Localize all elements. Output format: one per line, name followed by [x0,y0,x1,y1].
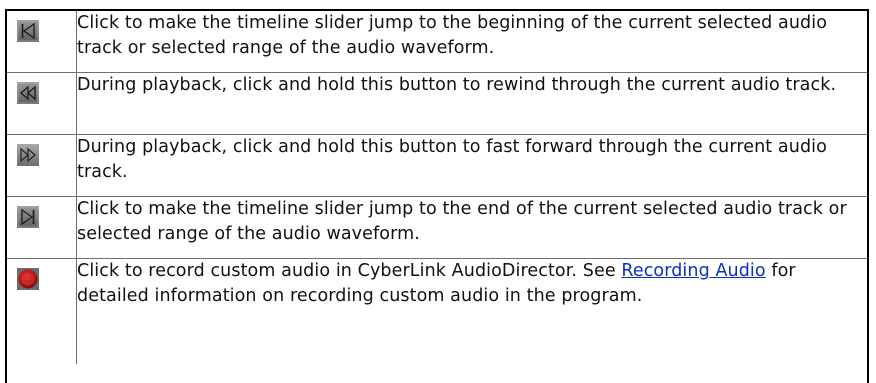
icon-cell [7,72,77,135]
table-row: During playback, click and hold this but… [7,134,867,197]
go-to-beginning-icon [17,20,39,42]
controls-table: Click to make the timeline slider jump t… [7,11,867,364]
go-to-end-icon [17,206,39,228]
table-row: Click to make the timeline slider jump t… [7,196,867,259]
icon-cell [7,134,77,197]
icon-cell [7,196,77,259]
row-description: Click to record custom audio in CyberLin… [77,259,868,365]
icon-cell [7,258,77,364]
icon-cell [7,11,77,73]
controls-table-frame: Click to make the timeline slider jump t… [5,9,869,383]
record-icon [17,268,39,290]
row-description: During playback, click and hold this but… [76,134,867,197]
row-description: Click to make the timeline slider jump t… [76,196,867,259]
row-description: Click to make the timeline slider jump t… [76,11,867,73]
table-row: Click to record custom audio in CyberLin… [7,258,868,365]
rewind-icon [17,82,39,104]
table-row: Click to make the timeline slider jump t… [7,11,867,73]
description-text: Click to record custom audio in CyberLin… [77,261,622,281]
table-row: During playback, click and hold this but… [7,72,867,135]
fast-forward-icon [17,144,39,166]
recording-audio-link[interactable]: Recording Audio [621,261,765,281]
row-description: During playback, click and hold this but… [76,72,867,135]
